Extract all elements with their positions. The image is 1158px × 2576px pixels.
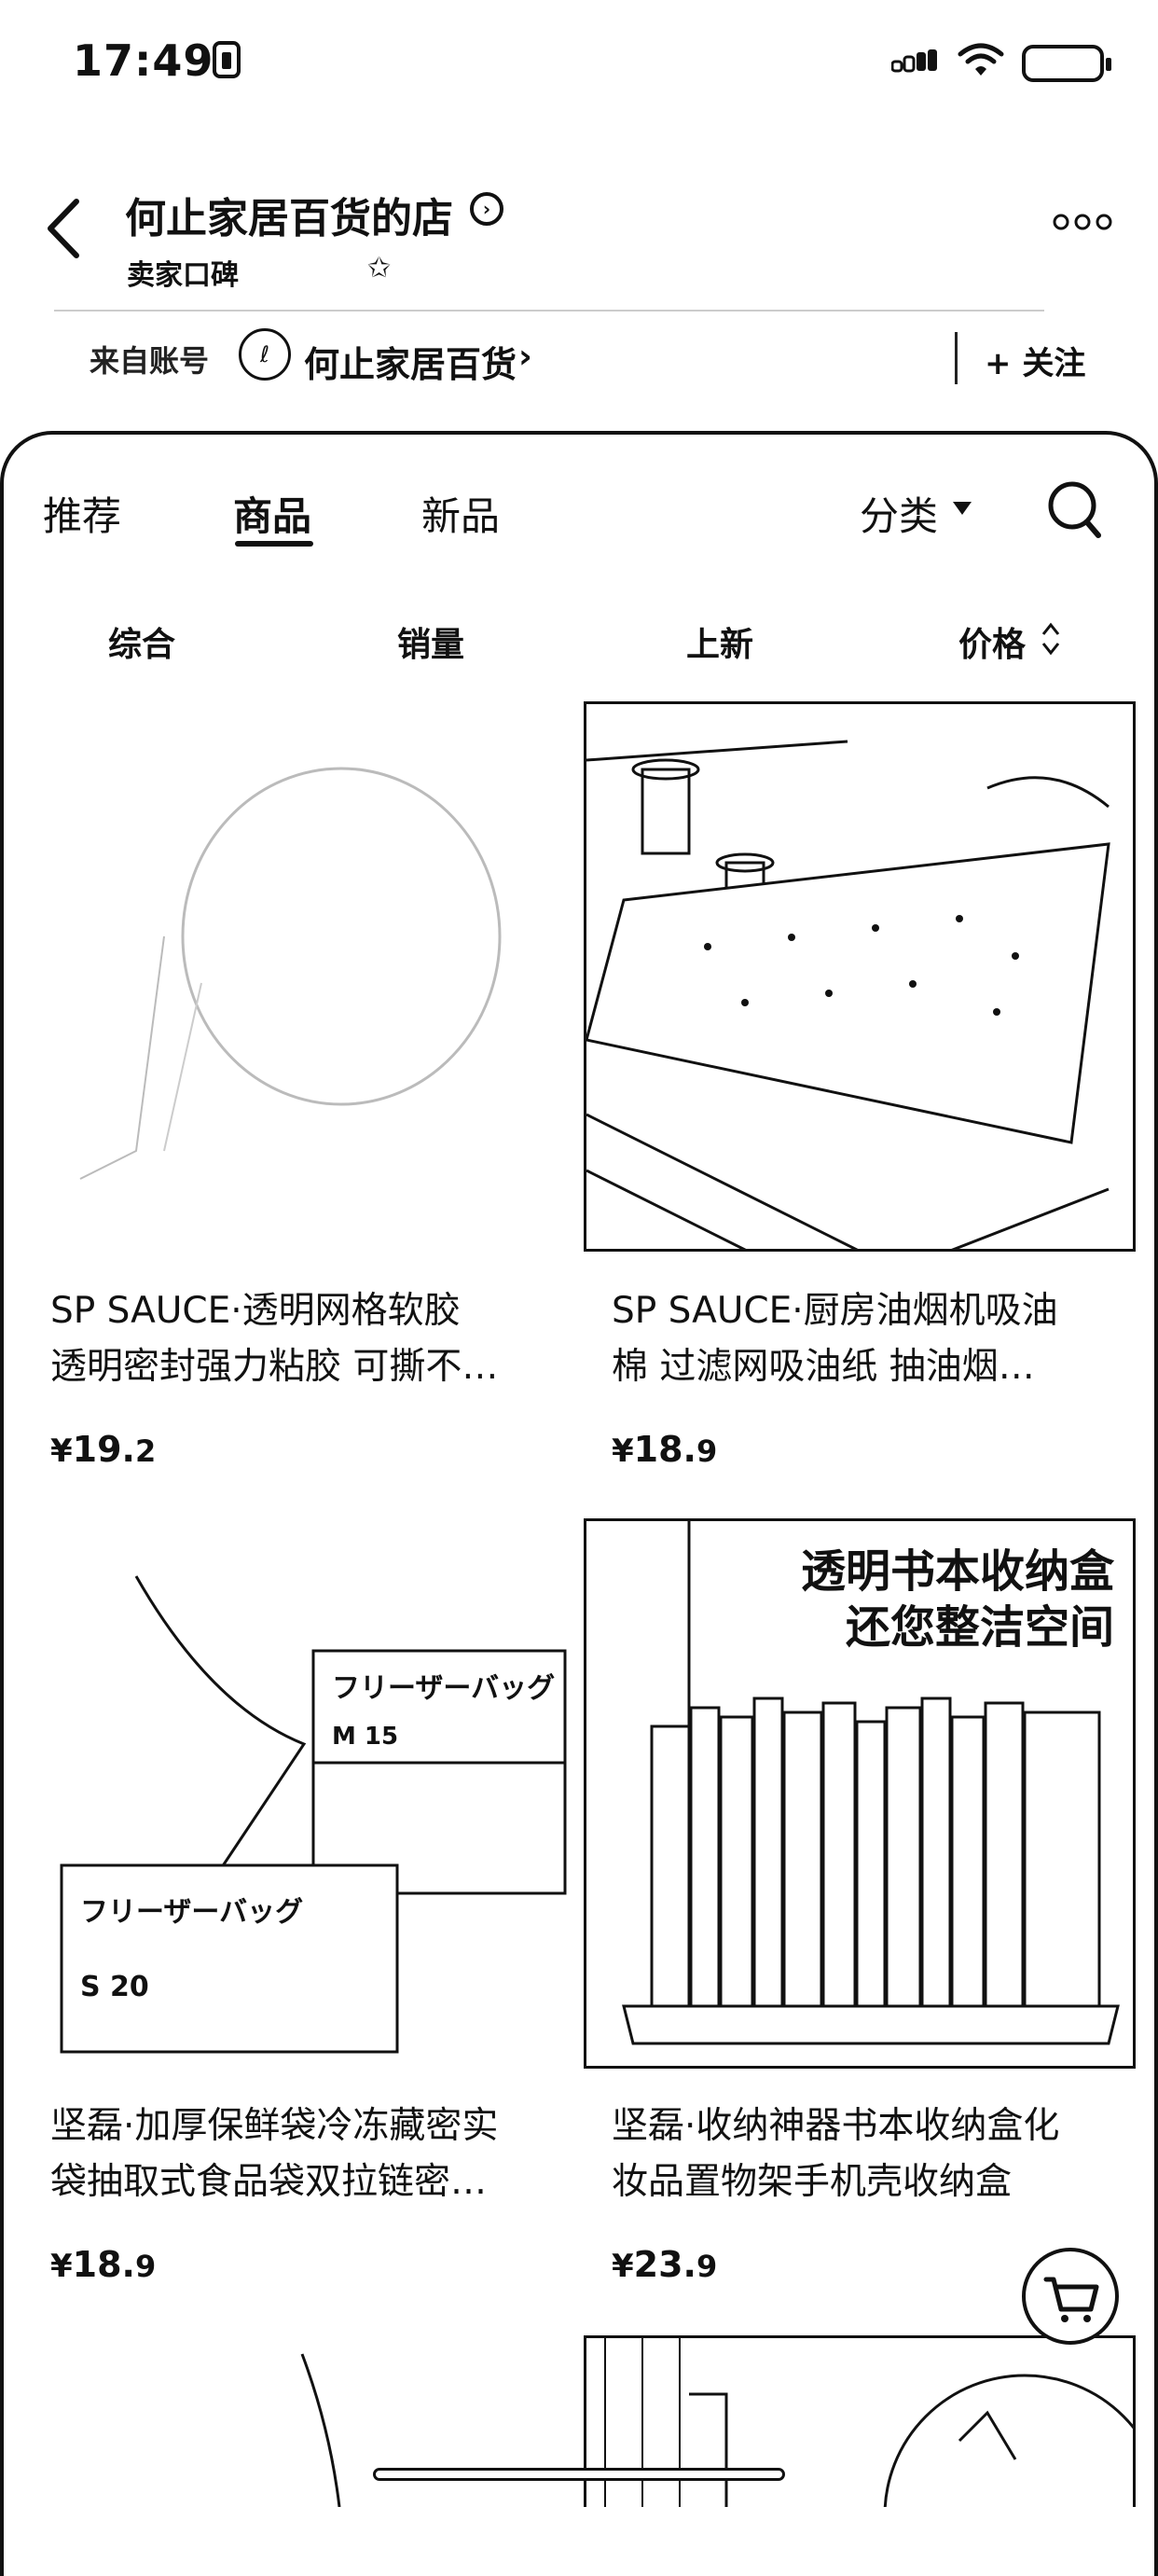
product-price: ¥18.9 (50, 2244, 157, 2285)
from-account-label: 来自账号 (90, 343, 210, 379)
store-name[interactable]: 何止家居百货的店 (125, 185, 453, 244)
status-time: 17:49 (73, 35, 214, 86)
back-icon[interactable] (41, 196, 88, 261)
product-image-partial[interactable] (584, 2335, 1136, 2507)
tab-recommend[interactable]: 推荐 (43, 485, 121, 542)
home-indicator[interactable] (373, 2468, 785, 2481)
bag-size-m: M 15 (332, 1723, 398, 1751)
product-title[interactable]: 坚磊·加厚保鲜袋冷冻藏密实 袋抽取式食品袋双拉链密… (50, 2098, 572, 2210)
partial-product-illustration (300, 2353, 341, 2507)
header-divider (54, 310, 1044, 312)
bag-brand-text: フリーザーバッグ (80, 1896, 303, 1929)
product-image-tape[interactable] (22, 701, 574, 1252)
active-tab-indicator (235, 541, 313, 547)
tab-products[interactable]: 商品 (233, 485, 311, 542)
organizer-headline: 透明书本收纳盒 (801, 1545, 1115, 1598)
freezer-bags-illustration: フリーザーバッグ M 15 フリーザーバッグ S 20 (60, 1575, 567, 2054)
product-title[interactable]: SP SAUCE·透明网格软胶 透明密封强力粘胶 可撕不… (50, 1283, 572, 1395)
chevron-right-icon[interactable]: › (518, 338, 532, 376)
caret-down-icon (953, 502, 972, 515)
sort-toggle-icon (1041, 622, 1060, 656)
search-icon[interactable] (1046, 479, 1102, 541)
tab-new[interactable]: 新品 (421, 485, 500, 542)
sim-icon (213, 41, 241, 78)
sort-newest[interactable]: 上新 (686, 617, 753, 666)
follow-button[interactable]: + 关注 (985, 338, 1085, 383)
product-title[interactable]: SP SAUCE·厨房油烟机吸油 棉 过滤网吸油纸 抽油烟… (612, 1283, 1134, 1395)
product-price: ¥23.9 (612, 2244, 718, 2285)
sort-price[interactable]: 价格 (958, 617, 1026, 666)
store-detail-arrow-icon[interactable]: › (470, 192, 503, 226)
account-name[interactable]: 何止家居百货 (304, 336, 517, 387)
cart-button[interactable] (1022, 2248, 1119, 2345)
product-price: ¥19.2 (50, 1429, 157, 1470)
account-avatar[interactable]: ℓ (239, 328, 291, 381)
product-image-book-organizer[interactable]: 透明书本收纳盒 还您整洁空间 (584, 1518, 1136, 2069)
signal-icon (891, 49, 937, 73)
book-organizer-illustration: 透明书本收纳盒 还您整洁空间 (622, 1521, 1120, 2045)
hood-filter-illustration (586, 740, 1110, 1249)
product-image-freezer-bags[interactable]: フリーザーバッグ M 15 フリーザーバッグ S 20 (22, 1518, 574, 2069)
cart-icon (1043, 2277, 1099, 2322)
product-image-partial[interactable] (22, 2345, 574, 2507)
product-price: ¥18.9 (612, 1429, 718, 1470)
battery-icon (1022, 45, 1111, 82)
product-image-hood-filter[interactable] (584, 701, 1136, 1252)
sort-sales[interactable]: 销量 (397, 617, 464, 666)
divider (955, 332, 958, 384)
organizer-headline: 还您整洁空间 (846, 1601, 1114, 1654)
more-icon[interactable] (1052, 213, 1113, 231)
tape-roll-illustration (79, 767, 502, 1180)
sort-comprehensive[interactable]: 综合 (108, 617, 175, 666)
product-title[interactable]: 坚磊·收纳神器书本收纳盒化 妆品置物架手机壳收纳盒 (612, 2098, 1134, 2210)
reputation-label: 卖家口碑 (127, 259, 239, 292)
star-icon: ✩ (367, 252, 392, 284)
partial-product-illustration (604, 2338, 1133, 2507)
category-dropdown[interactable]: 分类 (860, 485, 938, 542)
bag-brand-text: フリーザーバッグ (332, 1672, 555, 1705)
bag-size-s: S 20 (80, 1971, 149, 2003)
wifi-icon (958, 43, 1004, 76)
